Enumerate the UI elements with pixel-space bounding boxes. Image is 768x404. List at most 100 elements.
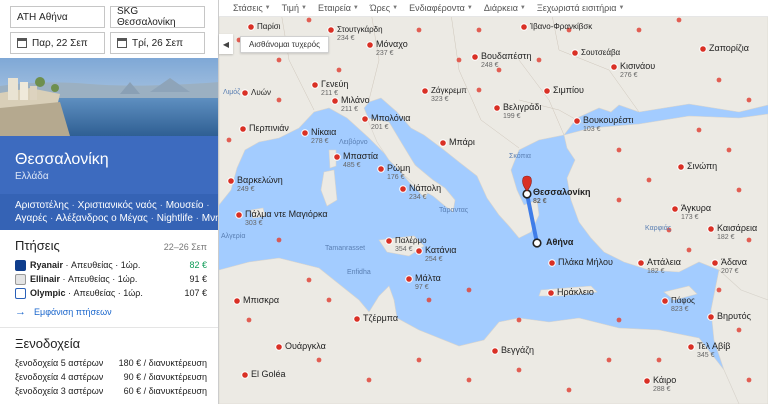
city-marker[interactable] [491,347,499,355]
city-label[interactable]: Κάιρο 288 € [653,376,676,394]
city-label[interactable]: Ίβανο-Φρανκίβσκ [530,22,592,31]
hotel-row[interactable]: ξενοδοχεία 4 αστέρων 90 € / διανυκτέρευση [15,370,207,384]
city-label[interactable]: Ουάργκλα [285,342,326,351]
city-label[interactable]: Πλάκα Μήλου [558,258,613,267]
city-label[interactable]: Περπινιάν [249,124,289,133]
minor-marker[interactable] [616,197,622,203]
city-marker[interactable] [547,289,555,297]
minor-marker[interactable] [276,237,282,243]
city-label[interactable]: Νάπολη 234 € [409,184,441,202]
minor-marker[interactable] [306,17,312,23]
city-label[interactable]: Βουκουρέστι 103 € [583,116,634,134]
city-label[interactable]: Μιλάνο 211 € [341,96,370,114]
city-marker[interactable] [548,259,556,267]
city-marker[interactable] [275,343,283,351]
city-label[interactable]: Ρώμη 176 € [387,164,410,182]
minor-marker[interactable] [476,87,482,93]
tag[interactable]: Αγαρές [15,213,47,224]
flight-row[interactable]: Ryanair · Απευθείας · 1ώρ. 82 € [15,258,207,272]
minor-marker[interactable] [736,187,742,193]
origin-field[interactable]: ATH Αθήνα [10,6,105,28]
minor-marker[interactable] [456,57,462,63]
city-label[interactable]: Βελιγράδι 199 € [503,103,541,121]
show-flights-link[interactable]: → Εμφάνιση πτήσεων [15,306,207,318]
tag[interactable]: Μνημείο [202,213,218,224]
city-marker[interactable] [235,211,243,219]
city-label[interactable]: Παρίσι [257,22,280,31]
minor-marker[interactable] [726,147,732,153]
filter-times[interactable]: Ώρες ▼ [370,3,398,13]
city-label[interactable]: Μπαστία 485 € [343,152,378,170]
city-label[interactable]: Βουδαπέστη 248 € [481,52,531,70]
city-marker[interactable] [493,104,501,112]
city-label[interactable]: Σινώπη [687,162,717,171]
city-marker[interactable] [241,371,249,379]
hotel-row[interactable]: ξενοδοχεία 3 αστέρων 60 € / διανυκτέρευση [15,384,207,398]
city-label[interactable]: Πάλμα ντε Μαγιόρκα 303 € [245,210,328,228]
filter-price[interactable]: Τιμή ▼ [282,3,307,13]
city-label[interactable]: Μπάρι [449,138,475,147]
city-marker[interactable] [227,177,235,185]
city-marker[interactable] [385,237,393,245]
city-marker[interactable] [399,185,407,193]
minor-marker[interactable] [336,67,342,73]
city-label[interactable]: Λυών [251,88,271,97]
destination-field[interactable]: SKG Θεσσαλονίκη [110,6,205,28]
feeling-lucky-button[interactable]: Αισθάνομαι τυχερός [240,36,329,53]
minor-marker[interactable] [276,97,282,103]
city-label[interactable]: Μόναχο 237 € [376,40,408,58]
minor-marker[interactable] [466,377,472,383]
city-marker[interactable] [421,87,429,95]
filter-airline[interactable]: Εταιρεία ▼ [318,3,359,13]
origin-label[interactable]: Αθήνα [546,238,573,247]
city-marker[interactable] [571,49,579,57]
city-label[interactable]: Τζέρμπα [363,314,398,323]
return-date-field[interactable]: Τρί, 26 Σεπ [110,32,205,54]
minor-marker[interactable] [416,357,422,363]
hotel-row[interactable]: ξενοδοχεία 5 αστέρων 180 € / διανυκτέρευσ… [15,356,207,370]
minor-marker[interactable] [746,377,752,383]
target-label[interactable]: Θεσσαλονίκη 82 € [533,188,591,206]
flight-row[interactable]: Ellinair · Απευθείας · 1ώρ. 91 € [15,272,207,286]
minor-marker[interactable] [316,357,322,363]
city-label[interactable]: Άδανα 207 € [721,258,747,276]
tag[interactable]: Αλέξανδρος ο Μέγας [56,213,148,224]
city-marker[interactable] [671,205,679,213]
city-marker[interactable] [707,313,715,321]
minor-marker[interactable] [426,297,432,303]
city-marker[interactable] [573,117,581,125]
minor-marker[interactable] [616,147,622,153]
minor-marker[interactable] [466,287,472,293]
city-marker[interactable] [661,297,669,305]
minor-marker[interactable] [606,357,612,363]
minor-marker[interactable] [636,27,642,33]
city-label[interactable]: Μπολόνια 201 € [371,114,411,132]
tag[interactable]: Μουσείο [166,200,204,211]
city-marker[interactable] [361,115,369,123]
city-marker[interactable] [241,89,249,97]
minor-marker[interactable] [696,127,702,133]
map[interactable]: Παρίσι Στουτγκάρδη 234 € Ίβανο-Φρανκίβσκ … [219,0,768,404]
origin-marker[interactable] [532,238,542,248]
city-label[interactable]: Μάλτα 97 € [415,274,441,292]
minor-marker[interactable] [646,177,652,183]
city-label[interactable]: Βαρκελώνη 249 € [237,176,283,194]
minor-marker[interactable] [476,27,482,33]
minor-marker[interactable] [746,97,752,103]
city-label[interactable]: Κατάνια 254 € [425,246,456,264]
minor-marker[interactable] [246,317,252,323]
city-marker[interactable] [247,23,255,31]
minor-marker[interactable] [516,317,522,323]
city-marker[interactable] [377,165,385,173]
city-marker[interactable] [471,53,479,61]
city-label[interactable]: Καισάρεια 182 € [717,224,757,242]
city-marker[interactable] [311,81,319,89]
city-label[interactable]: Πάφος 823 € [671,296,695,314]
minor-marker[interactable] [516,367,522,373]
minor-marker[interactable] [616,317,622,323]
city-marker[interactable] [643,377,651,385]
flight-row[interactable]: Olympic · Απευθείας · 1ώρ. 107 € [15,286,207,300]
minor-marker[interactable] [416,27,422,33]
city-marker[interactable] [543,87,551,95]
city-label[interactable]: Βηρυτός [717,312,751,321]
